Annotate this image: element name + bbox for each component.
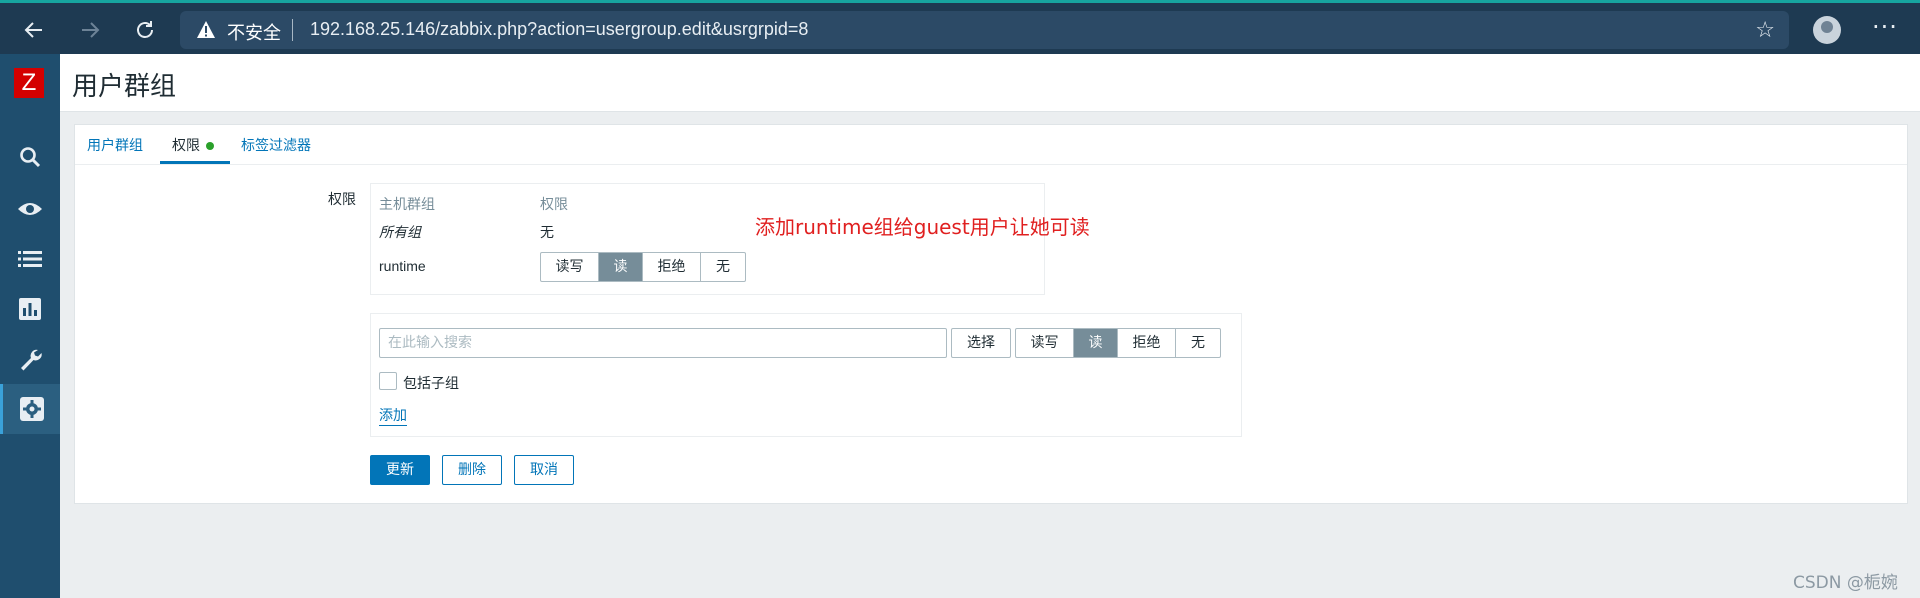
wrench-icon bbox=[21, 349, 42, 371]
active-tab-indicator bbox=[160, 161, 230, 164]
list-icon bbox=[18, 251, 42, 267]
row-group-name: runtime bbox=[379, 258, 426, 274]
chart-icon bbox=[19, 298, 41, 320]
tab-user-group[interactable]: 用户群组 bbox=[87, 135, 143, 155]
user-group-form: 用户群组 权限 标签过滤器 权限 主机群组 权限 所有组 无 runtime 读… bbox=[74, 124, 1908, 504]
sidebar-item-reports[interactable] bbox=[0, 284, 60, 334]
sidebar-item-monitoring[interactable] bbox=[0, 184, 60, 234]
include-subgroups-checkbox[interactable] bbox=[379, 372, 397, 390]
refresh-button[interactable] bbox=[127, 12, 163, 48]
option-read[interactable]: 读 bbox=[1074, 329, 1118, 357]
status-dot bbox=[206, 142, 214, 150]
sidebar: Z bbox=[0, 54, 60, 598]
option-none[interactable]: 无 bbox=[701, 253, 745, 281]
host-group-search-input[interactable] bbox=[379, 328, 947, 358]
eye-icon bbox=[18, 203, 42, 215]
option-deny[interactable]: 拒绝 bbox=[643, 253, 701, 281]
divider bbox=[292, 19, 293, 41]
insecure-label[interactable]: 不安全 bbox=[227, 19, 281, 45]
tab-bar: 用户群组 权限 标签过滤器 bbox=[75, 125, 1907, 165]
option-read[interactable]: 读 bbox=[599, 253, 643, 281]
cancel-button[interactable]: 取消 bbox=[514, 455, 574, 485]
include-subgroups-label[interactable]: 包括子组 bbox=[403, 373, 459, 393]
sidebar-item-search[interactable] bbox=[0, 132, 60, 182]
page-header: 用户群组 bbox=[60, 54, 1920, 112]
address-bar[interactable]: 不安全 192.168.25.146/zabbix.php?action=use… bbox=[180, 11, 1789, 49]
gear-icon bbox=[19, 397, 44, 421]
permission-segmented-control: 读写 读 拒绝 无 bbox=[540, 252, 746, 282]
watermark: CSDN @栀婉 bbox=[1793, 573, 1898, 593]
arrow-right-icon bbox=[82, 22, 100, 38]
select-button[interactable]: 选择 bbox=[951, 328, 1011, 358]
warning-icon bbox=[197, 21, 215, 38]
profile-avatar[interactable] bbox=[1813, 16, 1841, 44]
option-read-write[interactable]: 读写 bbox=[541, 253, 599, 281]
sidebar-item-inventory[interactable] bbox=[0, 234, 60, 284]
tab-tag-filter[interactable]: 标签过滤器 bbox=[241, 135, 311, 155]
url-text[interactable]: 192.168.25.146/zabbix.php?action=usergro… bbox=[310, 19, 808, 40]
column-header-host-group: 主机群组 bbox=[379, 197, 435, 213]
column-header-permission: 权限 bbox=[540, 197, 568, 213]
add-permission-box: 选择 读写 读 拒绝 无 包括子组 添加 bbox=[370, 313, 1242, 437]
delete-button[interactable]: 删除 bbox=[442, 455, 502, 485]
row-group-name: 所有组 bbox=[379, 225, 421, 241]
forward-button[interactable] bbox=[72, 12, 108, 48]
option-none[interactable]: 无 bbox=[1176, 329, 1220, 357]
refresh-icon bbox=[137, 21, 153, 38]
add-favorite-icon[interactable]: ☆ bbox=[1755, 18, 1775, 43]
sidebar-item-administration[interactable] bbox=[0, 384, 60, 434]
option-read-write[interactable]: 读写 bbox=[1016, 329, 1074, 357]
permissions-label: 权限 bbox=[328, 192, 356, 208]
zabbix-logo[interactable]: Z bbox=[14, 68, 44, 98]
new-permission-segmented-control: 读写 读 拒绝 无 bbox=[1015, 328, 1221, 358]
sidebar-item-configuration[interactable] bbox=[0, 334, 60, 384]
tab-permissions-label: 权限 bbox=[172, 138, 200, 154]
update-button[interactable]: 更新 bbox=[370, 455, 430, 485]
tab-permissions[interactable]: 权限 bbox=[172, 135, 214, 155]
page-title: 用户群组 bbox=[72, 72, 177, 102]
add-link[interactable]: 添加 bbox=[379, 405, 407, 426]
search-icon bbox=[20, 147, 41, 168]
browser-toolbar: 不安全 192.168.25.146/zabbix.php?action=use… bbox=[0, 0, 1920, 54]
option-deny[interactable]: 拒绝 bbox=[1118, 329, 1176, 357]
back-button[interactable] bbox=[16, 12, 52, 48]
annotation-note: 添加runtime组给guest用户让她可读 bbox=[755, 215, 1090, 239]
row-permission-value: 无 bbox=[540, 225, 554, 241]
more-menu-icon[interactable]: ··· bbox=[1872, 13, 1898, 41]
arrow-left-icon bbox=[24, 22, 42, 38]
